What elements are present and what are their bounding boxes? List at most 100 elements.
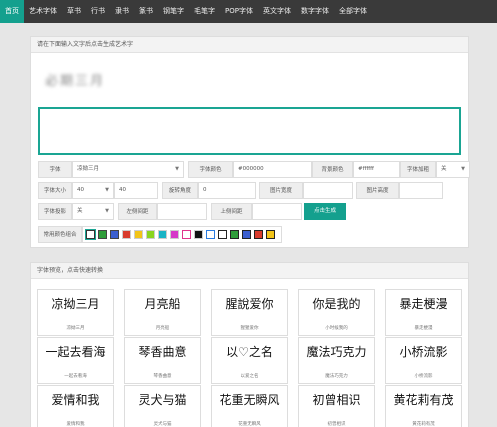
font-card-art: 一起去看海	[45, 345, 106, 359]
text-input[interactable]	[38, 107, 461, 155]
img-height-label: 图片高度	[356, 182, 399, 199]
color-swatch[interactable]	[122, 230, 131, 239]
color-swatch[interactable]	[218, 230, 227, 239]
left-gap-label: 左侧间距	[118, 203, 157, 220]
nav-item-art-fonts[interactable]: 艺术字体	[24, 0, 62, 23]
size-input[interactable]: 40	[114, 182, 158, 199]
color-swatch[interactable]	[182, 230, 191, 239]
font-card-name: 凉拗三月	[66, 326, 85, 331]
nav-item-clerical[interactable]: 隶书	[110, 0, 134, 23]
font-card-art: 花重无瞬风	[219, 393, 280, 407]
font-card[interactable]: 月亮船 月亮船	[124, 289, 201, 336]
color-swatch[interactable]	[110, 230, 119, 239]
font-card-name: 暴走梗漫	[414, 326, 433, 331]
font-card-name: 黄花莉有茂	[412, 422, 435, 427]
font-card-art: 暴走梗漫	[399, 297, 448, 311]
color-swatch[interactable]	[85, 229, 96, 240]
size-select[interactable]: 40 ▼	[72, 182, 114, 199]
top-gap-label: 上侧间距	[211, 203, 252, 220]
nav-item-home[interactable]: 首页	[0, 0, 24, 23]
font-card-art: 以♡之名	[226, 345, 273, 359]
font-card-art: 你是我的	[312, 297, 361, 311]
font-card-art: 月亮船	[144, 297, 181, 311]
nav-item-cursive[interactable]: 草书	[62, 0, 86, 23]
color-swatch[interactable]	[242, 230, 251, 239]
preview-text: 必期三月	[45, 74, 106, 89]
font-card-art: 凉拗三月	[51, 297, 100, 311]
font-card[interactable]: 花重无瞬风 花重无瞬风	[211, 385, 288, 427]
chevron-down-icon: ▼	[461, 166, 465, 172]
shadow-select-value: 关	[77, 208, 83, 214]
settings-row-3: 字体投影 关 ▼ 左侧间距 上侧间距 点击生成	[38, 203, 346, 220]
nav-item-all[interactable]: 全部字体	[334, 0, 372, 23]
top-gap-input[interactable]	[252, 203, 302, 220]
color-swatch[interactable]	[170, 230, 179, 239]
font-card[interactable]: 黄花莉有茂 黄花莉有茂	[385, 385, 462, 427]
font-color-label: 字体颜色	[188, 161, 233, 178]
nav-item-pop[interactable]: POP字体	[220, 0, 258, 23]
nav-item-pen[interactable]: 钢笔字	[158, 0, 189, 23]
font-select[interactable]: 凉拗三月 ▼	[72, 161, 184, 178]
font-color-input[interactable]: #000000	[233, 161, 312, 178]
nav-item-seal[interactable]: 篆书	[134, 0, 158, 23]
color-swatch[interactable]	[230, 230, 239, 239]
font-card-art: 灵犬与猫	[138, 393, 187, 407]
font-card[interactable]: 魔法巧克力 魔法巧克力	[298, 337, 375, 384]
font-card-name: 小桥流影	[414, 374, 433, 379]
font-card-art: 腥說爱你	[225, 297, 274, 311]
font-card-name: 琴香曲意	[153, 374, 172, 379]
font-select-value: 凉拗三月	[77, 166, 100, 172]
shadow-select[interactable]: 关 ▼	[72, 203, 114, 220]
font-card-name: 一起去看海	[64, 374, 87, 379]
font-card[interactable]: 灵犬与猫 灵犬与猫	[124, 385, 201, 427]
nav-item-english[interactable]: 英文字体	[258, 0, 296, 23]
font-card[interactable]: 以♡之名以爱之名	[211, 337, 288, 384]
img-width-input[interactable]	[303, 182, 353, 199]
font-card-art: 魔法巧克力	[306, 345, 367, 359]
left-gap-input[interactable]	[157, 203, 207, 220]
bold-select-value: 关	[441, 166, 447, 172]
color-swatch[interactable]	[194, 230, 203, 239]
chevron-down-icon: ▼	[175, 166, 179, 172]
color-swatch[interactable]	[98, 230, 107, 239]
img-height-input[interactable]	[399, 182, 443, 199]
bold-select[interactable]: 关 ▼	[436, 161, 470, 178]
bold-label: 字体加粗	[400, 161, 436, 178]
font-card-name: 爱情和我	[66, 422, 85, 427]
shadow-label: 字体投影	[38, 203, 72, 220]
font-card-art: 初曾相识	[312, 393, 361, 407]
color-swatch[interactable]	[146, 230, 155, 239]
nav-item-running-script[interactable]: 行书	[86, 0, 110, 23]
bg-color-label: 背景颜色	[312, 161, 353, 178]
font-card[interactable]: 小桥流影 小桥流影	[385, 337, 462, 384]
font-card-name: 灵犬与猫	[153, 422, 172, 427]
font-card-name: 初曾相识	[327, 422, 346, 427]
font-card[interactable]: 爱情和我 爱情和我	[37, 385, 114, 427]
color-swatch[interactable]	[206, 230, 215, 239]
font-card[interactable]: 初曾相识 初曾相识	[298, 385, 375, 427]
img-width-label: 图片宽度	[259, 182, 303, 199]
color-swatch[interactable]	[254, 230, 263, 239]
nav-item-digits[interactable]: 数字字体	[296, 0, 334, 23]
font-card-name: 猩猩爱你	[240, 326, 259, 331]
color-swatch[interactable]	[158, 230, 167, 239]
rotate-input[interactable]: 0	[198, 182, 256, 199]
rotate-label: 旋转角度	[162, 182, 198, 199]
font-card[interactable]: 凉拗三月 凉拗三月	[37, 289, 114, 336]
font-card[interactable]: 你是我的 小时候我的	[298, 289, 375, 336]
nav-item-brush[interactable]: 毛笔字	[189, 0, 220, 23]
color-swatch[interactable]	[266, 230, 275, 239]
font-card[interactable]: 暴走梗漫 暴走梗漫	[385, 289, 462, 336]
generator-panel: 请在下面输入文字后点击生成艺术字 必期三月 字体 凉拗三月 ▼ 字体颜色 #000…	[30, 36, 470, 248]
chevron-down-icon: ▼	[105, 208, 109, 214]
generate-button[interactable]: 点击生成	[304, 203, 346, 220]
color-swatch[interactable]	[134, 230, 143, 239]
font-card[interactable]: 腥說爱你 猩猩爱你	[211, 289, 288, 336]
font-card-art: 黄花莉有茂	[393, 393, 454, 407]
chevron-down-icon: ▼	[105, 187, 109, 193]
font-card[interactable]: 琴香曲意 琴香曲意	[124, 337, 201, 384]
top-nav: 首页 艺术字体 草书 行书 隶书 篆书 钢笔字 毛笔字 POP字体 英文字体 数…	[0, 0, 497, 23]
font-card[interactable]: 一起去看海 一起去看海	[37, 337, 114, 384]
bg-color-input[interactable]: #ffffff	[353, 161, 400, 178]
font-card-name: 以爱之名	[240, 374, 259, 379]
